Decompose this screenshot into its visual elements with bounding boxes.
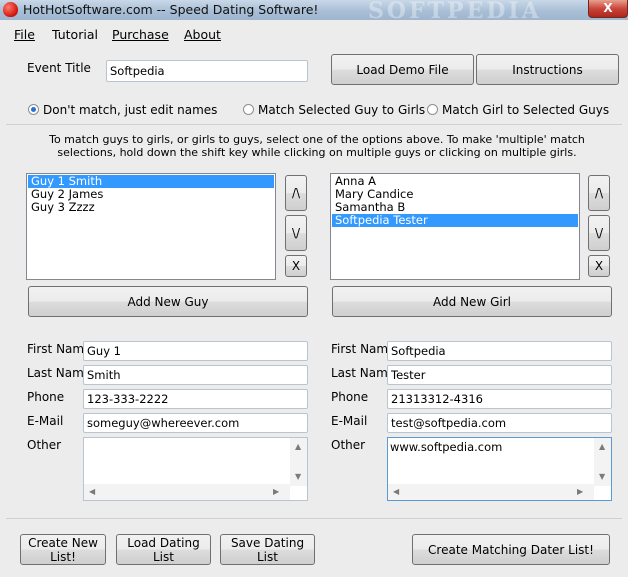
guy-email-label: E-Mail <box>27 414 64 428</box>
heart-app-icon <box>3 2 18 17</box>
window-title: HotHotSoftware.com -- Speed Dating Softw… <box>23 2 319 17</box>
menu-bar: File Tutorial Purchase About <box>0 24 628 44</box>
guy-email-field[interactable] <box>83 413 308 433</box>
save-dating-list-button[interactable]: Save Dating List <box>220 534 315 565</box>
load-dating-list-button[interactable]: Load Dating List <box>116 534 211 565</box>
menu-tutorial[interactable]: Tutorial <box>52 27 98 42</box>
girl-move-down-button[interactable]: \/ <box>588 215 610 251</box>
load-demo-file-button[interactable]: Load Demo File <box>331 54 474 85</box>
menu-about[interactable]: About <box>184 27 221 42</box>
create-matching-dater-list-button[interactable]: Create Matching Dater List! <box>412 534 610 565</box>
scroll-left-arrow-icon[interactable]: ◀ <box>89 487 95 496</box>
guy-last-name-label: Last Name <box>27 366 92 380</box>
radio-match-girl-label: Match Girl to Selected Guys <box>442 103 610 117</box>
scroll-right-arrow-icon[interactable]: ▶ <box>577 487 583 496</box>
radio-dont-match-label: Don't match, just edit names <box>43 103 218 117</box>
girl-phone-label: Phone <box>331 390 369 404</box>
scroll-up-arrow-icon[interactable]: ▲ <box>599 442 605 451</box>
girl-other-label: Other <box>331 438 366 452</box>
window-close-button[interactable]: X <box>588 0 628 18</box>
guy-other-label: Other <box>27 438 62 452</box>
watermark: SOFTPEDIA <box>368 0 542 24</box>
event-title-label: Event Title <box>27 61 91 75</box>
girl-other-text: www.softpedia.com <box>390 440 503 454</box>
scroll-left-arrow-icon[interactable]: ◀ <box>393 487 399 496</box>
horizontal-scrollbar[interactable]: ◀ ▶ <box>84 484 290 500</box>
guy-phone-field[interactable] <box>83 389 308 409</box>
menu-purchase[interactable]: Purchase <box>112 27 169 42</box>
girl-last-name-field[interactable] <box>387 365 612 385</box>
create-new-list-button[interactable]: Create New List! <box>20 534 106 565</box>
vertical-scrollbar[interactable]: ▲ ▼ <box>290 438 307 486</box>
divider <box>6 518 622 519</box>
scroll-down-arrow-icon[interactable]: ▼ <box>295 472 301 481</box>
girl-email-field[interactable] <box>387 413 612 433</box>
guy-first-name-label: First Name <box>27 342 92 356</box>
add-new-guy-button[interactable]: Add New Guy <box>28 286 308 317</box>
add-new-girl-button[interactable]: Add New Girl <box>332 286 612 317</box>
guy-move-down-button[interactable]: \/ <box>285 215 307 251</box>
guy-first-name-field[interactable] <box>83 341 308 361</box>
girl-first-name-label: First Name <box>331 342 396 356</box>
menu-file[interactable]: File <box>14 27 35 42</box>
instructions-text: To match guys to girls, or girls to guys… <box>49 133 585 159</box>
event-title-input[interactable] <box>106 60 308 82</box>
guys-listbox[interactable]: Guy 1 Smith Guy 2 James Guy 3 Zzzz <box>26 173 276 280</box>
list-item[interactable]: Softpedia Tester <box>332 214 578 227</box>
radio-match-guy-label: Match Selected Guy to Girls <box>258 103 426 117</box>
vertical-scrollbar[interactable]: ▲ ▼ <box>594 438 611 486</box>
girl-phone-field[interactable] <box>387 389 612 409</box>
girl-first-name-field[interactable] <box>387 341 612 361</box>
girl-move-up-button[interactable]: /\ <box>588 175 610 211</box>
girl-remove-button[interactable]: X <box>588 255 610 277</box>
girl-last-name-label: Last Name <box>331 366 396 380</box>
horizontal-scrollbar[interactable]: ◀ ▶ <box>388 484 594 500</box>
list-item[interactable]: Guy 3 Zzzz <box>28 201 274 214</box>
instructions-button[interactable]: Instructions <box>476 54 619 85</box>
radio-match-guy-to-girls[interactable] <box>243 104 254 115</box>
radio-match-girl-to-guys[interactable] <box>427 104 438 115</box>
girls-listbox[interactable]: Anna A Mary Candice Samantha B Softpedia… <box>330 173 580 280</box>
guy-phone-label: Phone <box>27 390 65 404</box>
girl-other-textarea[interactable]: www.softpedia.com ▲ ▼ ◀ ▶ <box>387 437 612 501</box>
guy-move-up-button[interactable]: /\ <box>285 175 307 211</box>
guy-remove-button[interactable]: X <box>285 255 307 277</box>
scroll-down-arrow-icon[interactable]: ▼ <box>599 472 605 481</box>
scroll-up-arrow-icon[interactable]: ▲ <box>295 442 301 451</box>
divider <box>6 124 622 125</box>
scroll-right-arrow-icon[interactable]: ▶ <box>273 487 279 496</box>
radio-dont-match[interactable] <box>28 104 39 115</box>
girl-email-label: E-Mail <box>331 414 368 428</box>
guy-other-textarea[interactable]: ▲ ▼ ◀ ▶ <box>83 437 308 501</box>
guy-last-name-field[interactable] <box>83 365 308 385</box>
